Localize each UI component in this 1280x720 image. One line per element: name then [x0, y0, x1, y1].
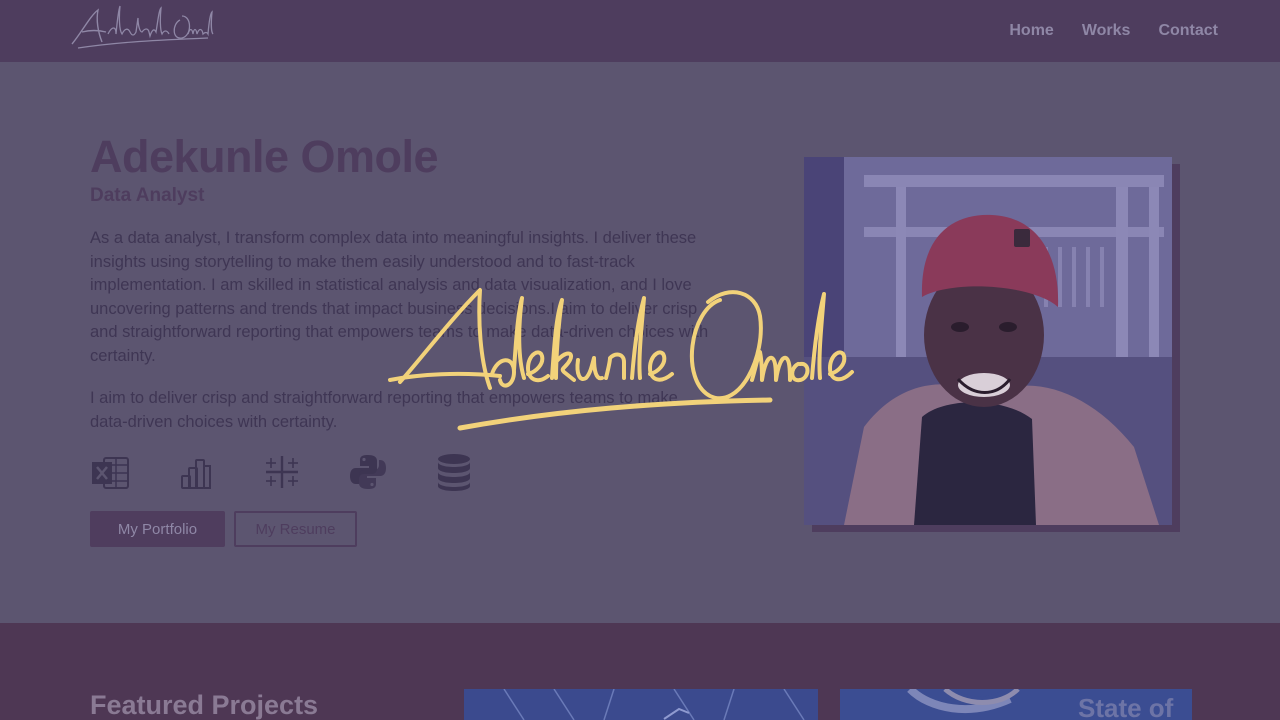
database-icon — [438, 454, 470, 491]
power-bi-icon — [181, 459, 211, 489]
featured-projects-title: Featured Projects — [90, 690, 319, 720]
tool-icons — [90, 452, 474, 492]
tableau-icon — [266, 456, 298, 488]
hero-role: Data Analyst — [90, 185, 205, 206]
project-thumbnail-2-text: State of — [1078, 693, 1174, 720]
hero-bio-paragraph-1: As a data analyst, I transform complex d… — [90, 229, 709, 365]
hero-name: Adekunle Omole — [90, 131, 439, 182]
navbar: Home Works Contact — [0, 0, 1280, 62]
nav-works-link[interactable]: Works — [1082, 22, 1131, 40]
nav-home-link[interactable]: Home — [1009, 22, 1053, 40]
project-thumbnail-1[interactable] — [464, 689, 818, 720]
nav-contact-link[interactable]: Contact — [1158, 22, 1218, 40]
nav-links: Home Works Contact — [1009, 22, 1218, 40]
my-portfolio-button[interactable]: My Portfolio — [90, 511, 225, 547]
excel-icon — [92, 457, 129, 489]
project-thumbnail-2[interactable]: State of — [840, 689, 1192, 720]
python-icon — [350, 455, 386, 489]
profile-photo — [804, 157, 1172, 525]
signature-logo[interactable] — [68, 2, 218, 52]
my-resume-button[interactable]: My Resume — [234, 511, 357, 547]
hero-bio-paragraph-2: I aim to deliver crisp and straightforwa… — [90, 389, 678, 431]
